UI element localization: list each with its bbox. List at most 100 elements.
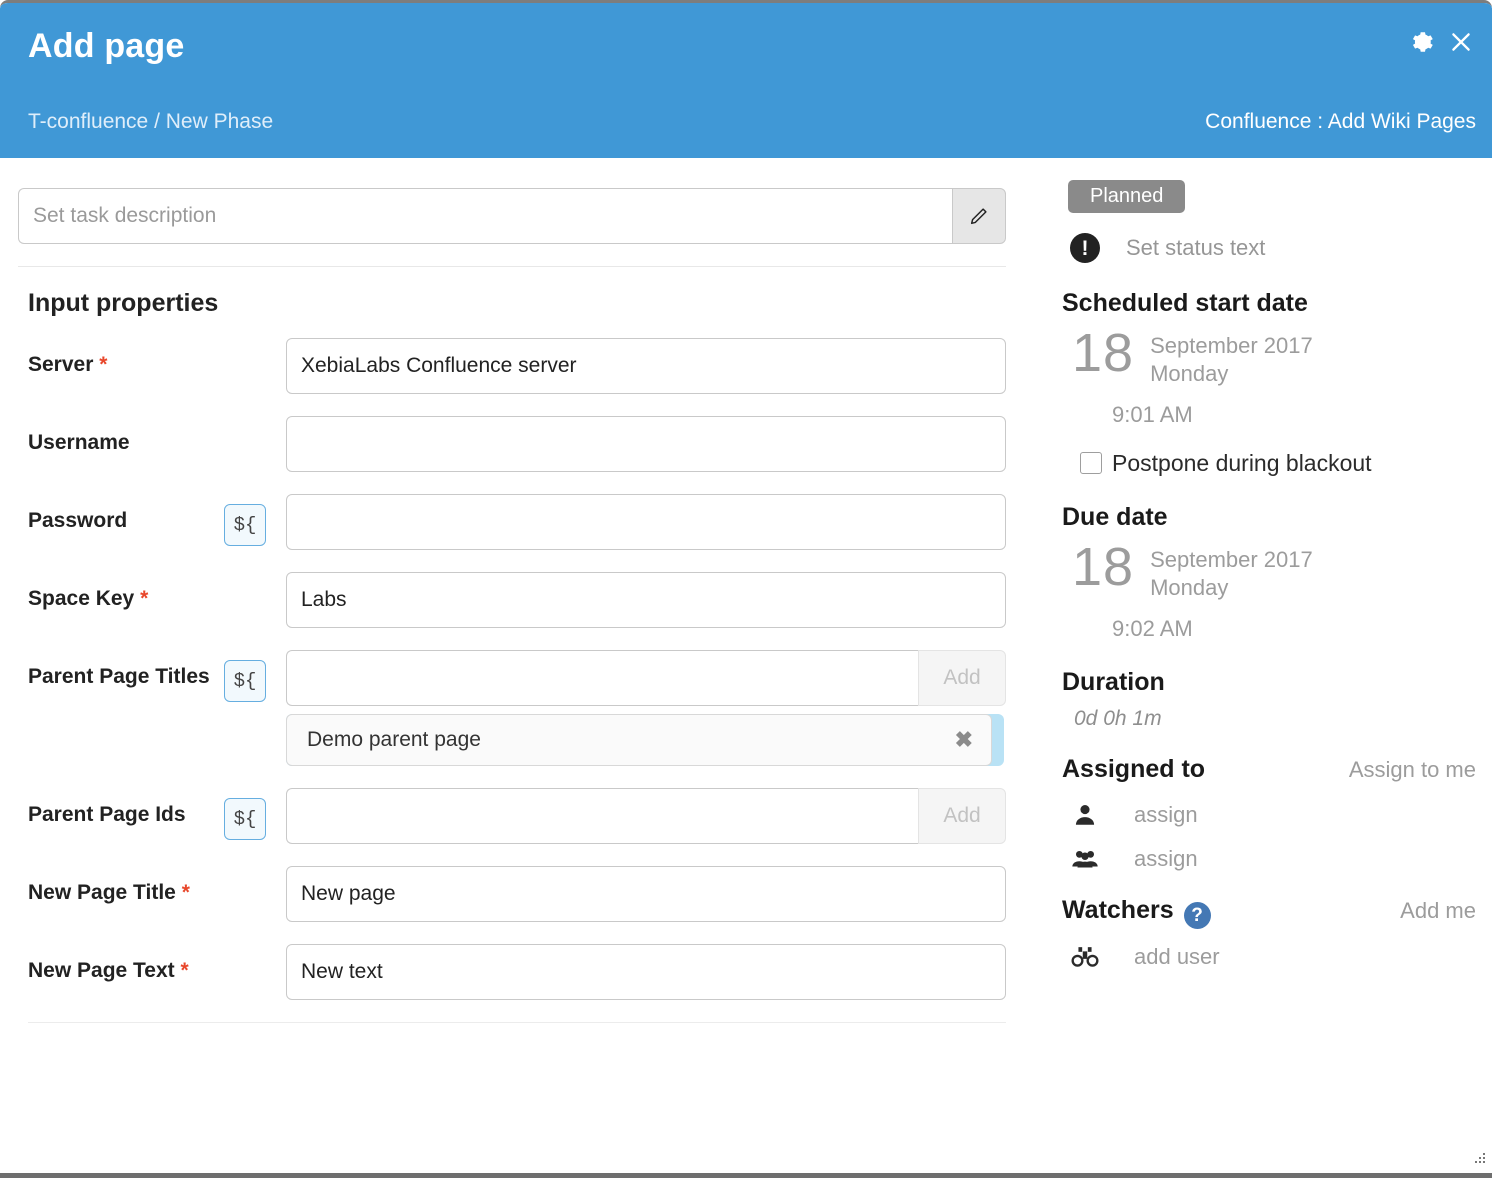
field-label-new-page-title: New Page Title * [28, 866, 224, 907]
required-marker: * [181, 881, 190, 904]
due-date-weekday: Monday [1150, 574, 1229, 600]
scheduled-start-day: 18 [1072, 323, 1135, 383]
field-control-username [286, 416, 1006, 472]
scheduled-start-date-detail: September 2017 Monday [1150, 326, 1313, 388]
breadcrumb[interactable]: T-confluence / New Phase [28, 110, 273, 134]
assigned-to-header: Assigned to Assign to me [1062, 755, 1492, 784]
task-description-row [18, 188, 1006, 244]
close-icon[interactable] [1448, 29, 1474, 55]
scheduled-start-date-value[interactable]: 18 September 2017 Monday [1062, 326, 1492, 388]
scheduled-start-time[interactable]: 9:01 AM [1112, 402, 1492, 428]
field-label-username: Username [28, 431, 130, 454]
scheduled-start-month-year: September 2017 [1150, 333, 1313, 358]
field-label-text: Server [28, 353, 94, 376]
status-text-row[interactable]: ! Set status text [1070, 233, 1492, 263]
username-input[interactable] [286, 416, 1006, 472]
field-row-new-page-text: New Page Text * [28, 944, 1006, 1000]
postpone-during-blackout-row[interactable]: Postpone during blackout [1080, 450, 1492, 477]
duration-value: 0d 0h 1m [1074, 706, 1162, 730]
new-page-text-input[interactable] [286, 944, 1006, 1000]
field-row-server: Server * [28, 338, 1006, 394]
variable-button-parent-page-titles[interactable]: ${ [224, 660, 266, 702]
password-input[interactable] [286, 494, 1006, 550]
add-me-link[interactable]: Add me [1400, 898, 1476, 924]
section-title-input-properties: Input properties [28, 289, 219, 317]
field-label-space-key: Space Key * [28, 572, 224, 613]
assign-user-placeholder: assign [1134, 801, 1198, 827]
dialog-body: Input properties Server * Username [0, 158, 1492, 1173]
parent-page-ids-input[interactable] [286, 788, 918, 844]
field-label-parent-page-ids: Parent Page Ids [28, 803, 186, 826]
watchers-header: Watchers ? Add me [1062, 895, 1492, 930]
required-marker: * [140, 587, 149, 610]
pencil-icon[interactable] [952, 188, 1006, 244]
parent-page-titles-chip-list: Demo parent page ✖ [286, 714, 1004, 766]
add-page-dialog: Add page T-confluence / New Phase Conflu… [0, 0, 1492, 1178]
add-parent-page-title-button[interactable]: Add [918, 650, 1006, 706]
sidebar: Planned ! Set status text Scheduled star… [1034, 158, 1492, 1173]
field-label-server: Server * [28, 338, 224, 379]
field-label-text: Space Key [28, 587, 135, 610]
field-label-parent-page-titles: Parent Page Titles [28, 665, 210, 688]
field-control-parent-page-ids: Add [286, 788, 1006, 844]
add-watcher-row[interactable]: add user [1068, 944, 1492, 970]
field-label-new-page-text: New Page Text * [28, 944, 224, 985]
field-row-parent-page-titles: Parent Page Titles ${ Add Demo parent pa… [28, 650, 1006, 766]
exclamation-circle-icon: ! [1070, 233, 1100, 263]
field-label-text: New Page Text [28, 959, 175, 982]
gear-icon[interactable] [1408, 29, 1434, 55]
scheduled-start-date-title: Scheduled start date [1062, 289, 1308, 317]
field-label-text: New Page Title [28, 881, 176, 904]
due-date-value[interactable]: 18 September 2017 Monday [1062, 540, 1492, 602]
page-title: Add page [28, 27, 185, 65]
task-type-label: Confluence : Add Wiki Pages [1205, 110, 1476, 133]
space-key-input[interactable] [286, 572, 1006, 628]
variable-button-password[interactable]: ${ [224, 504, 266, 546]
field-row-username: Username [28, 416, 1006, 472]
add-watcher-placeholder: add user [1134, 944, 1220, 970]
assign-team-placeholder: assign [1134, 845, 1198, 871]
field-row-new-page-title: New Page Title * [28, 866, 1006, 922]
field-control-server [286, 338, 1006, 394]
field-row-space-key: Space Key * [28, 572, 1006, 628]
field-row-password: Password ${ [28, 494, 1006, 550]
scheduled-start-weekday: Monday [1150, 360, 1229, 386]
input-properties-form: Server * Username Password [0, 338, 1034, 1000]
description-divider [18, 266, 1006, 267]
users-group-icon [1068, 846, 1102, 872]
assigned-to-title: Assigned to [1062, 754, 1206, 783]
field-control-new-page-title [286, 866, 1006, 922]
question-mark-icon[interactable]: ? [1183, 902, 1211, 930]
header-actions [1408, 29, 1474, 55]
status-text[interactable]: Set status text [1126, 235, 1265, 261]
assign-user-row[interactable]: assign [1068, 802, 1492, 828]
form-bottom-divider [28, 1022, 1006, 1023]
chip-label: Demo parent page [307, 728, 481, 751]
dialog-header: Add page T-confluence / New Phase Conflu… [0, 3, 1492, 158]
field-row-parent-page-ids: Parent Page Ids ${ Add [28, 788, 1006, 844]
postpone-checkbox[interactable] [1080, 452, 1102, 475]
list-item[interactable]: Demo parent page ✖ [286, 714, 992, 766]
variable-button-parent-page-ids[interactable]: ${ [224, 798, 266, 840]
assign-team-row[interactable]: assign [1068, 846, 1492, 872]
input-with-add-button: Add [286, 650, 1006, 706]
binoculars-icon [1068, 945, 1102, 969]
field-control-password [286, 494, 1006, 550]
watchers-title: Watchers [1062, 895, 1174, 924]
parent-page-titles-input[interactable] [286, 650, 918, 706]
left-pane: Input properties Server * Username [0, 158, 1034, 1173]
add-parent-page-id-button[interactable]: Add [918, 788, 1006, 844]
new-page-title-input[interactable] [286, 866, 1006, 922]
remove-chip-icon[interactable]: ✖ [955, 729, 973, 751]
server-input[interactable] [286, 338, 1006, 394]
assign-to-me-link[interactable]: Assign to me [1349, 757, 1476, 783]
duration-title: Duration [1062, 667, 1165, 696]
due-date-time[interactable]: 9:02 AM [1112, 616, 1492, 642]
field-control-new-page-text [286, 944, 1006, 1000]
resize-grip-icon[interactable] [1471, 1149, 1487, 1165]
task-description-input[interactable] [18, 188, 952, 244]
field-control-parent-page-titles: Add Demo parent page ✖ [286, 650, 1006, 766]
due-date-day: 18 [1072, 536, 1135, 597]
due-date-title: Due date [1062, 502, 1168, 531]
due-date-detail: September 2017 Monday [1150, 540, 1313, 602]
